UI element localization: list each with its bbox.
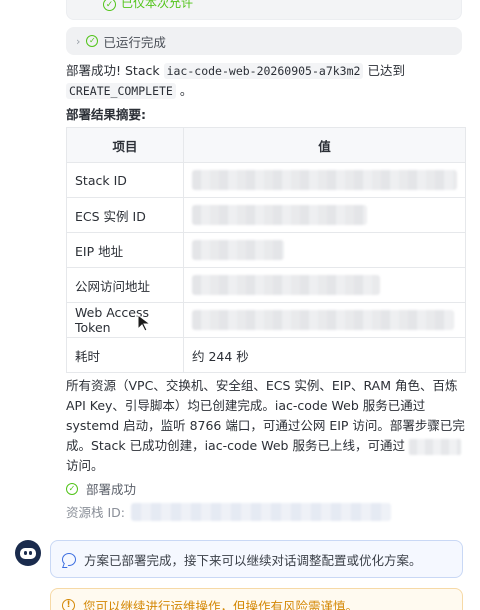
stack-id-row: 资源栈 ID: — [66, 502, 391, 521]
check-circle-icon: ✓ — [103, 0, 116, 11]
redacted-value — [192, 205, 367, 225]
table-row: Web Access Token — [66, 302, 466, 338]
summary-text: 所有资源（VPC、交换机、安全组、ECS 实例、EIP、RAM 角色、百炼 AP… — [66, 378, 465, 473]
warning-icon: ! — [62, 598, 75, 610]
result-table: 项目 值 Stack ID ECS 实例 ID EIP 地址 公网访问地址 We… — [66, 127, 466, 373]
table-row: Stack ID — [66, 162, 466, 198]
redacted-value — [192, 275, 380, 295]
redacted-value — [192, 310, 454, 330]
stack-id-link[interactable] — [131, 502, 391, 521]
table-row: 耗时 约 244 秒 — [66, 337, 466, 373]
table-row: EIP 地址 — [66, 232, 466, 268]
result-title: 部署结果摘要: — [66, 107, 146, 122]
table-header: 值 — [183, 127, 466, 163]
mouse-cursor-icon — [137, 314, 152, 332]
redacted-value — [192, 240, 284, 260]
robot-icon — [20, 547, 36, 559]
check-circle-icon: ✓ — [66, 482, 78, 495]
table-row: ECS 实例 ID — [66, 197, 466, 233]
bot-avatar — [15, 540, 41, 566]
warning-banner: ! 您可以继续进行运维操作，但操作有风险需谨慎。 — [50, 588, 463, 610]
run-status-toggle[interactable]: › ✓ 已运行完成 — [66, 27, 462, 55]
check-circle-icon: ✓ — [86, 35, 99, 47]
deploy-success-status: ✓ 部署成功 — [66, 479, 136, 498]
approval-note-text: 已仅本次允许 — [121, 0, 194, 10]
info-banner: 方案已部署完成，接下来可以继续对话调整配置或优化方案。 — [50, 540, 463, 578]
redacted-value — [192, 170, 457, 190]
stack-name-code: iac-code-web-20260905-a7k3m2 — [163, 63, 364, 79]
chevron-right-icon: › — [76, 34, 81, 48]
approval-note: ✓ 已仅本次允许 — [66, 0, 462, 20]
table-row: 公网访问地址 — [66, 267, 466, 303]
chat-bubble-icon — [62, 552, 76, 566]
redacted-url — [408, 438, 461, 455]
deploy-message: 部署成功! Stack iac-code-web-20260905-a7k3m2… — [66, 63, 405, 99]
run-status-label: 已运行完成 — [103, 34, 166, 50]
table-header: 项目 — [66, 127, 184, 163]
status-code: CREATE_COMPLETE — [66, 83, 176, 99]
